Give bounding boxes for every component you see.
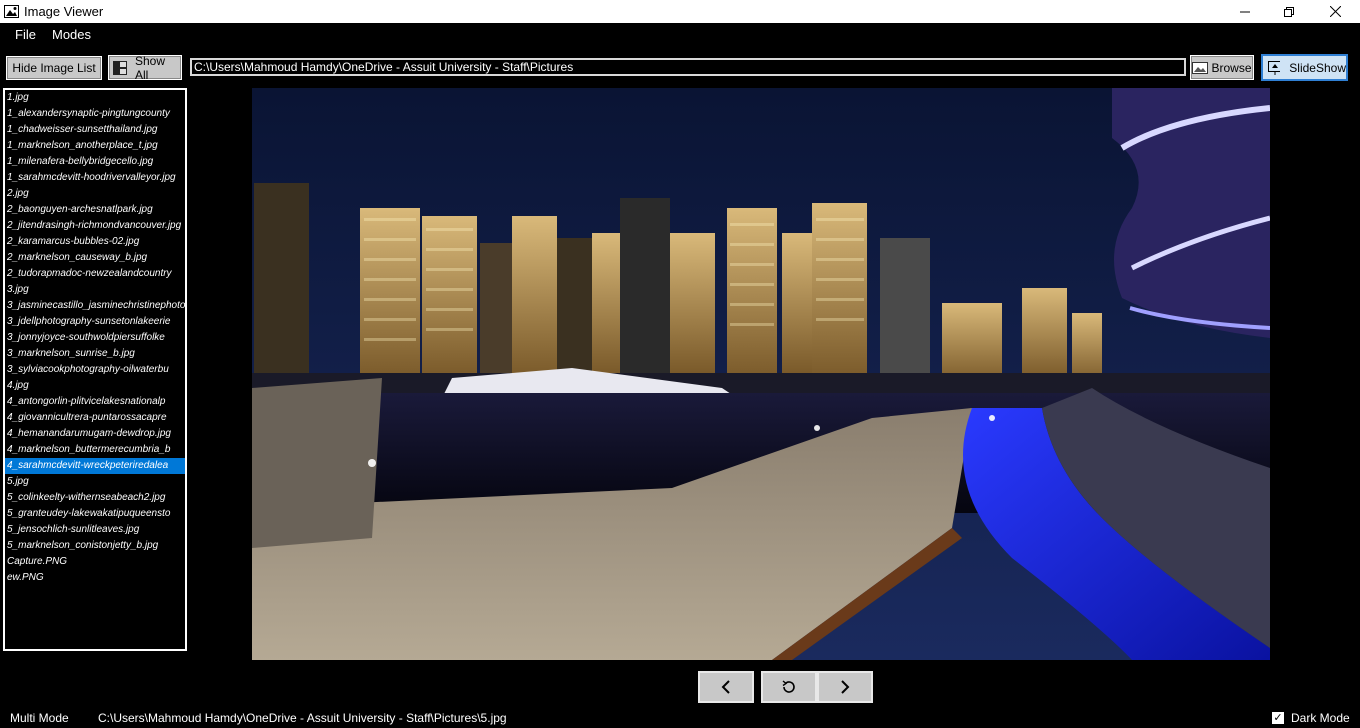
- slideshow-button[interactable]: SlideShow: [1261, 54, 1348, 81]
- browse-label: Browse: [1211, 60, 1252, 75]
- chevron-left-icon: [721, 680, 730, 694]
- list-item[interactable]: 2_tudorapmadoc-newzealandcountry: [5, 266, 185, 282]
- list-item[interactable]: 4_antongorlin-plitvicelakesnationalp: [5, 394, 185, 410]
- list-item[interactable]: 4_marknelson_buttermerecumbria_b: [5, 442, 185, 458]
- list-item[interactable]: 5_colinkeelty-withernseabeach2.jpg: [5, 490, 185, 506]
- next-button[interactable]: [817, 671, 873, 703]
- show-all-label: Show All: [135, 53, 166, 82]
- folder-path-input[interactable]: C:\Users\Mahmoud Hamdy\OneDrive - Assuit…: [190, 58, 1186, 76]
- list-item[interactable]: 2_baonguyen-archesnatlpark.jpg: [5, 202, 185, 218]
- hide-image-list-button[interactable]: Hide Image List: [6, 56, 102, 80]
- app-icon: [4, 5, 19, 18]
- title-bar: Image Viewer: [0, 0, 1360, 23]
- minimize-icon[interactable]: [1222, 0, 1268, 23]
- menu-modes[interactable]: Modes: [52, 27, 91, 42]
- layout-icon: [113, 60, 127, 75]
- list-item[interactable]: 2_jitendrasingh-richmondvancouver.jpg: [5, 218, 185, 234]
- list-item[interactable]: 2_marknelson_causeway_b.jpg: [5, 250, 185, 266]
- list-item[interactable]: 4.jpg: [5, 378, 185, 394]
- rotate-icon: [782, 680, 795, 693]
- list-item[interactable]: 2_karamarcus-bubbles-02.jpg: [5, 234, 185, 250]
- list-item[interactable]: 3.jpg: [5, 282, 185, 298]
- dark-mode-label: Dark Mode: [1291, 711, 1350, 725]
- list-item[interactable]: 1_alexandersynaptic-pingtungcounty: [5, 106, 185, 122]
- list-item[interactable]: 1_marknelson_anotherplace_t.jpg: [5, 138, 185, 154]
- list-item[interactable]: 1_sarahmcdevitt-hoodrivervalleyor.jpg: [5, 170, 185, 186]
- list-item[interactable]: 5.jpg: [5, 474, 185, 490]
- image-viewport: [252, 88, 1270, 660]
- chevron-right-icon: [841, 680, 850, 694]
- previous-button[interactable]: [698, 671, 754, 703]
- restore-icon[interactable]: [1266, 0, 1312, 23]
- slideshow-icon: [1268, 60, 1281, 75]
- list-item[interactable]: 5_marknelson_conistonjetty_b.jpg: [5, 538, 185, 554]
- list-item[interactable]: 3_sylviacookphotography-oilwaterbu: [5, 362, 185, 378]
- window-title: Image Viewer: [24, 4, 104, 19]
- list-item[interactable]: Capture.PNG: [5, 554, 185, 570]
- list-item[interactable]: 3_jdellphotography-sunsetonlakeerie: [5, 314, 185, 330]
- list-item[interactable]: 1.jpg: [5, 90, 185, 106]
- list-item[interactable]: 5_granteudey-lakewakatipuqueensto: [5, 506, 185, 522]
- checkbox-icon[interactable]: ✓: [1272, 712, 1284, 724]
- list-item[interactable]: 4_sarahmcdevitt-wreckpeteriredalea: [5, 458, 185, 474]
- menu-file[interactable]: File: [15, 27, 36, 42]
- list-item[interactable]: 5_jensochlich-sunlitleaves.jpg: [5, 522, 185, 538]
- list-item[interactable]: 4_giovannicultrera-puntarossacapre: [5, 410, 185, 426]
- displayed-photo: [252, 88, 1270, 660]
- list-item[interactable]: 1_milenafera-bellybridgecello.jpg: [5, 154, 185, 170]
- hide-image-list-label: Hide Image List: [12, 61, 96, 75]
- current-file-path: C:\Users\Mahmoud Hamdy\OneDrive - Assuit…: [98, 711, 507, 725]
- rotate-button[interactable]: [761, 671, 817, 703]
- browse-icon: [1192, 61, 1209, 74]
- mode-status: Multi Mode: [10, 711, 69, 725]
- list-item[interactable]: 3_jonnyjoyce-southwoldpiersuffolke: [5, 330, 185, 346]
- show-all-button[interactable]: Show All: [108, 53, 182, 82]
- browse-button[interactable]: Browse: [1190, 55, 1254, 80]
- image-list[interactable]: 1.jpg 1_alexandersynaptic-pingtungcounty 1…: [3, 88, 187, 651]
- list-item[interactable]: ew.PNG: [5, 570, 185, 586]
- list-item[interactable]: 3_marknelson_sunrise_b.jpg: [5, 346, 185, 362]
- slideshow-label: SlideShow: [1289, 60, 1346, 75]
- list-item[interactable]: 4_hemanandarumugam-dewdrop.jpg: [5, 426, 185, 442]
- dark-mode-toggle[interactable]: ✓ Dark Mode: [1272, 711, 1350, 725]
- list-item[interactable]: 3_jasminecastillo_jasminechristinephoto: [5, 298, 185, 314]
- list-item[interactable]: 2.jpg: [5, 186, 185, 202]
- close-icon[interactable]: [1312, 0, 1358, 23]
- list-item[interactable]: 1_chadweisser-sunsetthailand.jpg: [5, 122, 185, 138]
